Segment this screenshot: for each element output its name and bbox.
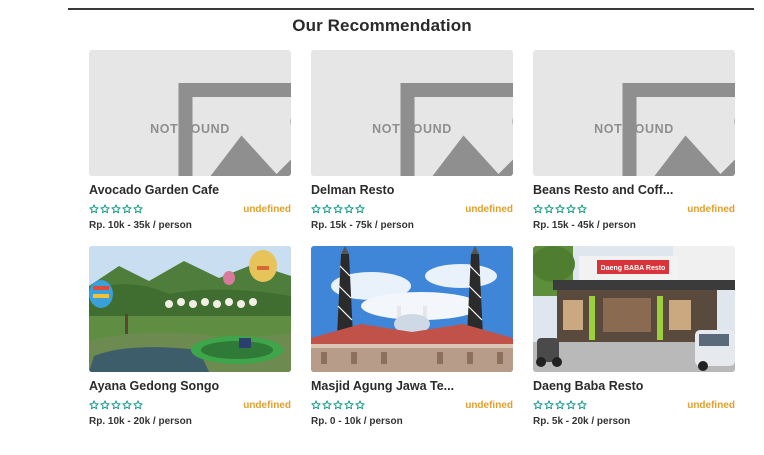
star-icon [333, 400, 343, 410]
star-icon [544, 400, 554, 410]
rating-value: undefined [465, 399, 513, 411]
star-icon [344, 204, 354, 214]
star-icon [111, 400, 121, 410]
not-found-label: NOT FOUND [150, 122, 230, 136]
recommendation-card[interactable]: Masjid Agung Jawa Te... undefined Rp. 0 … [311, 246, 513, 427]
rating-value: undefined [465, 203, 513, 215]
star-icon [111, 204, 121, 214]
star-icon [100, 204, 110, 214]
star-icon [577, 400, 587, 410]
star-icon [566, 400, 576, 410]
star-icon [133, 400, 143, 410]
star-icon [100, 400, 110, 410]
price-range: Rp. 10k - 35k / person [89, 220, 192, 231]
price-range: Rp. 15k - 75k / person [311, 220, 414, 231]
star-icon [89, 400, 99, 410]
star-icon [533, 204, 543, 214]
not-found-label: NOT FOUND [594, 122, 674, 136]
star-icon [555, 400, 565, 410]
card-title[interactable]: Masjid Agung Jawa Te... [311, 379, 513, 393]
card-image-placeholder[interactable]: NOT FOUND [533, 50, 735, 176]
card-image-placeholder[interactable]: NOT FOUND [311, 50, 513, 176]
card-title[interactable]: Beans Resto and Coff... [533, 183, 735, 197]
star-icon [355, 204, 365, 214]
park-photo [89, 246, 291, 372]
star-rating [89, 400, 143, 410]
restaurant-sign-text: Daeng BABA Resto [601, 265, 666, 272]
rating-value: undefined [243, 203, 291, 215]
star-rating [311, 400, 365, 410]
star-icon [533, 400, 543, 410]
rating-value: undefined [243, 399, 291, 411]
mosque-photo [311, 246, 513, 372]
restaurant-photo: Daeng BABA Resto [533, 246, 735, 372]
star-icon [311, 400, 321, 410]
recommendation-card[interactable]: Daeng BABA Resto Daeng Baba Resto undefi… [533, 246, 735, 427]
price-range: Rp. 0 - 10k / person [311, 416, 403, 427]
star-icon [355, 400, 365, 410]
star-icon [333, 204, 343, 214]
card-title[interactable]: Ayana Gedong Songo [89, 379, 291, 393]
star-icon [322, 400, 332, 410]
card-title[interactable]: Avocado Garden Cafe [89, 183, 291, 197]
not-found-label: NOT FOUND [372, 122, 452, 136]
rating-value: undefined [687, 399, 735, 411]
card-photo-restaurant[interactable]: Daeng BABA Resto [533, 246, 735, 372]
recommendation-card[interactable]: NOT FOUND Avocado Garden Cafe undefined … [89, 50, 291, 231]
price-range: Rp. 10k - 20k / person [89, 416, 192, 427]
star-rating [533, 204, 587, 214]
card-title[interactable]: Daeng Baba Resto [533, 379, 735, 393]
star-icon [122, 400, 132, 410]
star-icon [555, 204, 565, 214]
star-rating [533, 400, 587, 410]
card-image-placeholder[interactable]: NOT FOUND [89, 50, 291, 176]
recommendation-card[interactable]: NOT FOUND Delman Resto undefined Rp. 15k… [311, 50, 513, 231]
rating-value: undefined [687, 203, 735, 215]
star-icon [133, 204, 143, 214]
card-photo-mosque[interactable] [311, 246, 513, 372]
star-icon [566, 204, 576, 214]
price-range: Rp. 5k - 20k / person [533, 416, 631, 427]
star-icon [344, 400, 354, 410]
section-title: Our Recommendation [292, 16, 472, 35]
recommendation-card[interactable]: Ayana Gedong Songo undefined Rp. 10k - 2… [89, 246, 291, 427]
star-icon [89, 204, 99, 214]
star-icon [311, 204, 321, 214]
recommendation-card[interactable]: NOT FOUND Beans Resto and Coff... undefi… [533, 50, 735, 231]
star-icon [322, 204, 332, 214]
star-rating [89, 204, 143, 214]
price-range: Rp. 15k - 45k / person [533, 220, 636, 231]
star-icon [544, 204, 554, 214]
card-photo-park[interactable] [89, 246, 291, 372]
top-divider [68, 8, 754, 10]
star-icon [577, 204, 587, 214]
star-icon [122, 204, 132, 214]
star-rating [311, 204, 365, 214]
card-title[interactable]: Delman Resto [311, 183, 513, 197]
